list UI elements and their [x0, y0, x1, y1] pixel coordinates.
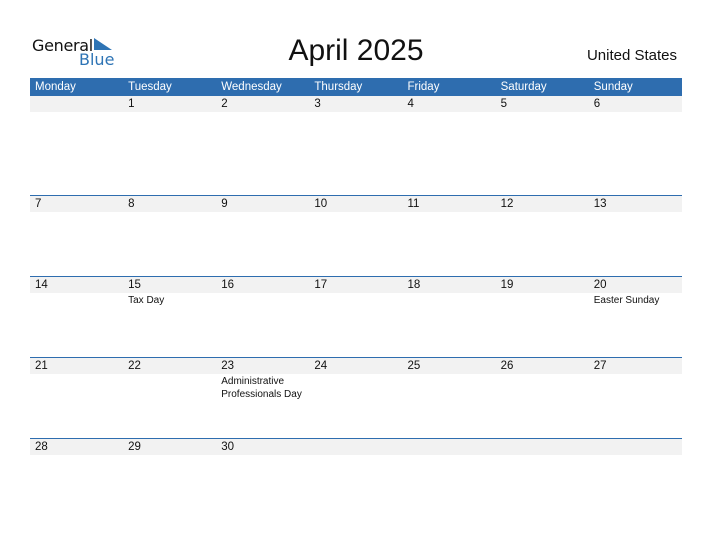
weekday-thursday: Thursday [314, 81, 363, 93]
holiday-label [589, 212, 682, 213]
day-number: 3 [309, 96, 403, 112]
week-row: 14 15 16 17 18 19 20 Tax Day Easter Sunday [30, 276, 682, 357]
holiday-label [589, 112, 682, 113]
day-number: 16 [216, 277, 310, 293]
day-number: 20 [588, 277, 682, 293]
holiday-label [496, 374, 589, 401]
holiday-label [589, 455, 682, 456]
holiday-label [30, 374, 123, 401]
day-number [495, 439, 589, 455]
day-number: 22 [123, 358, 217, 374]
holiday-label [309, 212, 402, 213]
day-number: 9 [216, 196, 310, 212]
holiday-label [30, 455, 123, 456]
day-number: 13 [588, 196, 682, 212]
holiday-label: Tax Day [128, 295, 165, 306]
day-number: 5 [495, 96, 589, 112]
week-row: 28 29 30 [30, 438, 682, 519]
day-number: 27 [588, 358, 682, 374]
day-number: 1 [123, 96, 217, 112]
day-number: 12 [495, 196, 589, 212]
day-number: 18 [402, 277, 496, 293]
weekday-sunday: Sunday [593, 81, 633, 93]
holiday-label [123, 112, 216, 113]
calendar-grid: Monday Tuesday Wednesday Thursday Friday Satu… [30, 78, 682, 519]
day-number: 2 [216, 96, 310, 112]
day-number: 8 [123, 196, 217, 212]
holiday-label [30, 212, 123, 213]
day-number [588, 439, 682, 455]
day-number: 28 [30, 439, 124, 455]
holiday-label [216, 112, 309, 113]
holiday-label [216, 293, 309, 307]
holiday-label [309, 293, 402, 307]
holiday-label [123, 212, 216, 213]
day-number [402, 439, 496, 455]
country-label: United States [586, 47, 677, 64]
holiday-label [309, 455, 402, 456]
day-number: 10 [309, 196, 403, 212]
holiday-label [216, 455, 309, 456]
weekday-header: Monday Tuesday Wednesday Thursday Friday Satu… [30, 78, 682, 96]
day-number [309, 439, 403, 455]
week-row: 21 22 23 24 25 26 27 Administrative Professiona… [30, 357, 682, 438]
holiday-label [309, 112, 402, 113]
holiday-label [496, 112, 589, 113]
holiday-label [403, 112, 496, 113]
weekday-friday: Friday [407, 81, 440, 93]
week-row: 7 8 9 10 11 12 13 [30, 195, 682, 276]
day-number: 14 [30, 277, 124, 293]
day-number: 17 [309, 277, 403, 293]
holiday-label [496, 293, 589, 307]
holiday-label: Easter Sunday [593, 295, 660, 306]
weekday-monday: Monday [35, 81, 76, 93]
day-number: 6 [588, 96, 682, 112]
holiday-label [496, 455, 589, 456]
holiday-label [309, 374, 402, 401]
holiday-label [496, 212, 589, 213]
holiday-label [403, 455, 496, 456]
weekday-tuesday: Tuesday [128, 81, 172, 93]
holiday-label [30, 112, 123, 113]
day-number: 21 [30, 358, 124, 374]
weekday-saturday: Saturday [500, 81, 547, 93]
holiday-label [216, 212, 309, 213]
day-number: 24 [309, 358, 403, 374]
holiday-label [123, 455, 216, 456]
day-number: 23 [216, 358, 310, 374]
holiday-label [403, 293, 496, 307]
day-number: 4 [402, 96, 496, 112]
holiday-label [30, 293, 123, 307]
day-number: 7 [30, 196, 124, 212]
day-number: 15 [123, 277, 217, 293]
holiday-label [589, 374, 682, 401]
holiday-label [403, 212, 496, 213]
day-number: 19 [495, 277, 589, 293]
day-number: 29 [123, 439, 217, 455]
holiday-label: Administrative Professionals Day [221, 376, 302, 400]
holiday-label [123, 374, 216, 401]
day-number: 30 [216, 439, 310, 455]
day-number: 26 [495, 358, 589, 374]
week-row: 123456 [30, 96, 682, 195]
holiday-label [403, 374, 496, 401]
day-number: 11 [402, 196, 496, 212]
day-number [30, 96, 124, 112]
weekday-wednesday: Wednesday [221, 81, 282, 93]
day-number: 25 [402, 358, 496, 374]
